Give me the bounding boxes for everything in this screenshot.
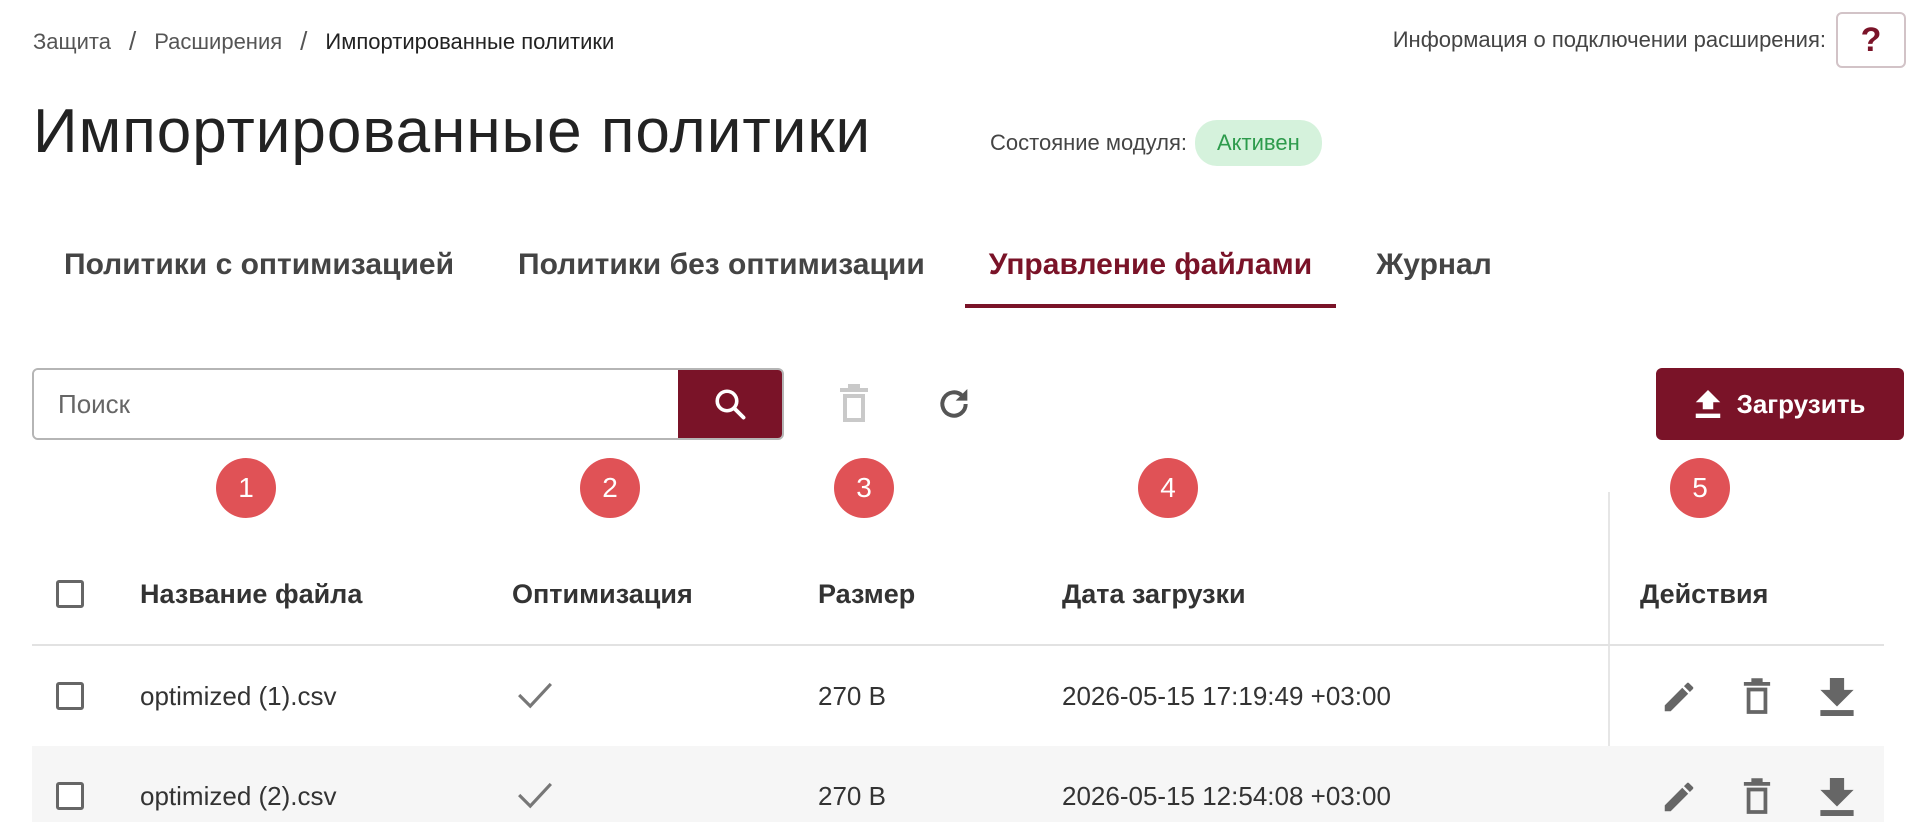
upload-button[interactable]: Загрузить [1656,368,1904,440]
breadcrumb-separator: / [128,26,137,56]
breadcrumb-separator: / [300,26,308,56]
trash-icon [1743,678,1771,714]
row-checkbox[interactable] [56,682,84,710]
column-header-size[interactable]: Размер [818,579,915,610]
table-row: optimized (1).csv 270 B 2026-05-15 17:19… [32,646,1884,746]
upload-icon [1695,390,1720,418]
search-input[interactable] [34,370,678,438]
module-state-label: Состояние модуля: [990,130,1187,155]
help-button[interactable]: ? [1836,12,1906,68]
table-row: optimized (2).csv 270 B 2026-05-15 12:54… [32,746,1884,822]
file-size: 270 B [818,680,886,711]
breadcrumb-item-extensions[interactable]: Расширения [154,29,282,55]
file-size: 270 B [818,780,886,811]
upload-date: 2026-05-15 17:19:49 +03:00 [1062,680,1391,711]
check-icon [516,780,554,817]
file-name: optimized (2).csv [140,780,337,811]
download-button[interactable] [1820,778,1854,821]
breadcrumb-item-current: Импортированные политики [325,28,615,54]
refresh-icon [940,389,968,418]
refresh-button[interactable] [934,384,974,429]
edit-button[interactable] [1660,778,1698,821]
tab-optimized-policies[interactable]: Политики с оптимизацией [40,240,478,308]
file-name: optimized (1).csv [140,680,337,711]
edit-button[interactable] [1660,678,1698,721]
table-header-row: Название файла Оптимизация Размер Дата з… [32,544,1884,646]
tab-journal[interactable]: Журнал [1352,240,1516,308]
search-button[interactable] [678,370,782,438]
download-button[interactable] [1820,678,1854,721]
delete-button[interactable] [1742,778,1772,821]
bulk-delete-button[interactable] [838,384,870,429]
tab-unoptimized-policies[interactable]: Политики без оптимизации [494,240,949,308]
row-checkbox[interactable] [56,782,84,810]
column-header-name[interactable]: Название файла [140,579,362,610]
breadcrumb: Защита / Расширения / Импортированные по… [33,26,614,57]
column-header-date[interactable]: Дата загрузки [1062,579,1246,610]
select-all-checkbox[interactable] [56,580,84,608]
page-title: Импортированные политики [33,97,872,166]
connection-info-label: Информация о подключении расширения: [1392,27,1826,52]
pencil-icon [1664,682,1694,712]
download-icon [1820,778,1854,816]
search-icon [715,389,746,420]
trash-icon [840,384,868,422]
tabs: Политики с оптимизацией Политики без опт… [40,240,1532,308]
upload-date: 2026-05-15 12:54:08 +03:00 [1062,780,1391,811]
delete-button[interactable] [1742,678,1772,721]
connection-info: Информация о подключении расширения: ? [1393,12,1906,68]
download-icon [1820,678,1854,716]
pencil-icon [1664,782,1694,812]
column-header-actions: Действия [1640,578,1769,609]
column-header-optimization[interactable]: Оптимизация [512,579,693,610]
breadcrumb-item-security[interactable]: Защита [33,29,111,55]
tab-file-management[interactable]: Управление файлами [964,240,1337,308]
search-box [32,368,784,440]
check-icon [516,680,554,717]
upload-label: Загрузить [1736,388,1866,419]
files-table: Название файла Оптимизация Размер Дата з… [32,500,1884,822]
status-badge: Активен [1194,120,1322,166]
trash-icon [1743,778,1771,814]
module-state: Состояние модуля: Активен [990,120,1322,166]
